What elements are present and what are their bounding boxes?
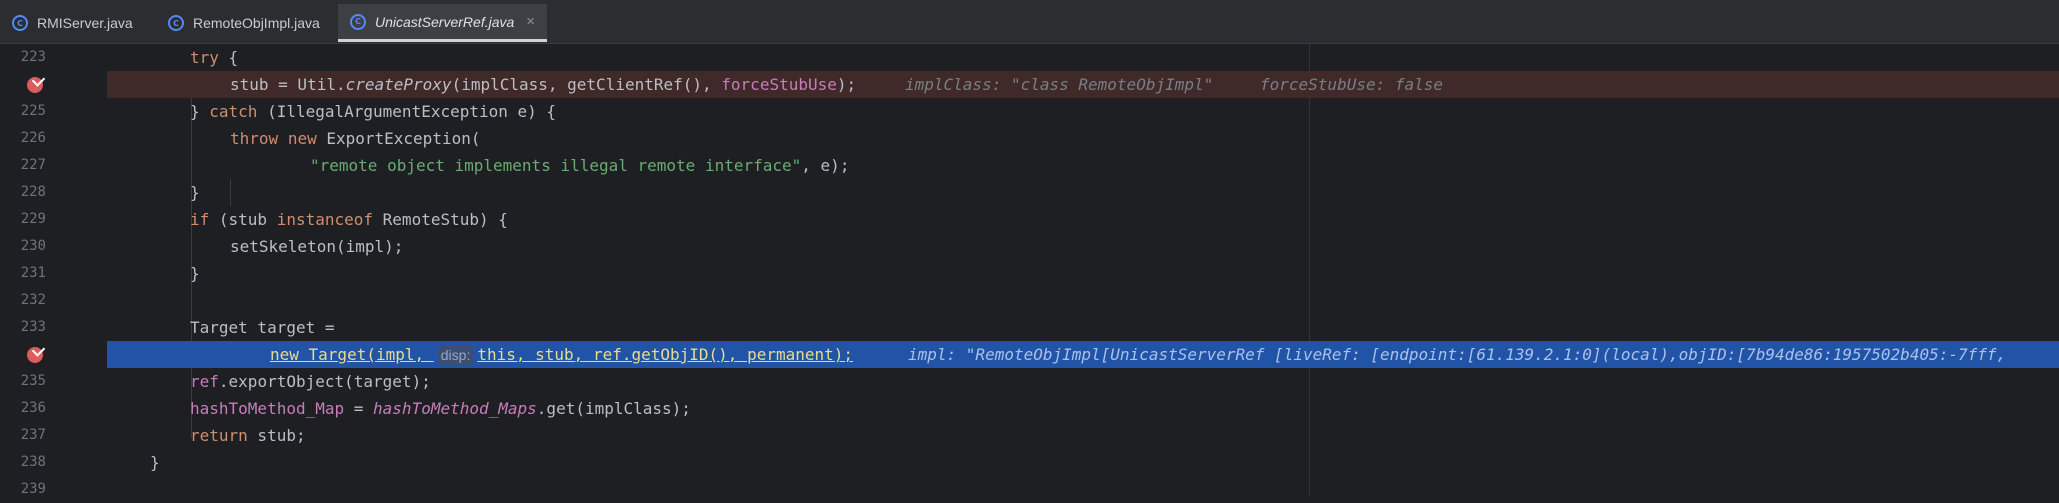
code-text: if (stub instanceof RemoteStub) {: [190, 210, 508, 229]
code-line: 226 throw new ExportException(: [0, 125, 2059, 152]
code-text: "remote object implements illegal remote…: [310, 156, 850, 175]
line-number: 236: [20, 400, 46, 416]
line-number: 230: [20, 238, 46, 254]
line-number: 238: [20, 454, 46, 470]
code-text: ref.exportObject(target);: [190, 372, 431, 391]
line-number: 235: [20, 373, 46, 389]
code-line: 228 }: [0, 179, 2059, 206]
inline-debug-value[interactable]: impl: "RemoteObjImpl[UnicastServerRef [l…: [908, 341, 2006, 368]
line-number: 239: [20, 481, 46, 497]
code-text: throw new ExportException(: [230, 129, 481, 148]
line-number: 226: [20, 130, 46, 146]
line-number: 229: [20, 211, 46, 227]
code-line: 230 setSkeleton(impl);: [0, 233, 2059, 260]
code-text: }: [190, 183, 200, 202]
code-text: }: [190, 264, 200, 283]
code-text: return stub;: [190, 426, 306, 445]
line-number: 237: [20, 427, 46, 443]
tab-label: RMIServer.java: [37, 15, 133, 31]
editor-tab-bar: C RMIServer.java C RemoteObjImpl.java C …: [0, 0, 2059, 44]
parameter-hint: disp:: [437, 345, 474, 365]
java-class-icon: C: [12, 15, 28, 31]
code-line: 237 return stub;: [0, 422, 2059, 449]
code-line: 236 hashToMethod_Map = hashToMethod_Maps…: [0, 395, 2059, 422]
tab-remoteobjimpl[interactable]: C RemoteObjImpl.java: [156, 4, 332, 42]
code-line-breakpoint: stub = Util.createProxy(implClass, getCl…: [0, 71, 2059, 98]
code-line: 233 Target target =: [0, 314, 2059, 341]
code-line: 238 }: [0, 449, 2059, 476]
line-number: 223: [20, 49, 46, 65]
code-text: } catch (IllegalArgumentException e) {: [190, 102, 557, 121]
code-line: 231 }: [0, 260, 2059, 287]
line-number: 228: [20, 184, 46, 200]
code-line: 227 "remote object implements illegal re…: [0, 152, 2059, 179]
java-class-icon: C: [350, 13, 366, 30]
line-number: 231: [20, 265, 46, 281]
tab-unicastserverref[interactable]: C UnicastServerRef.java ×: [338, 4, 548, 42]
tab-rmiserver[interactable]: C RMIServer.java: [0, 4, 145, 42]
line-number: 227: [20, 157, 46, 173]
code-line-execution: new Target(impl, disp: this, stub, ref.ge…: [0, 341, 2059, 368]
line-number: 225: [20, 103, 46, 119]
code-text: }: [150, 453, 160, 472]
code-line: 225 } catch (IllegalArgumentException e)…: [0, 98, 2059, 125]
line-number: 233: [20, 319, 46, 335]
code-line: 223 try {: [0, 44, 2059, 71]
code-line: 229 if (stub instanceof RemoteStub) {: [0, 206, 2059, 233]
tab-label: UnicastServerRef.java: [375, 13, 515, 30]
code-text: Target target =: [190, 318, 335, 337]
line-number: 232: [20, 292, 46, 308]
java-class-icon: C: [168, 15, 184, 31]
code-text: stub = Util.createProxy(implClass, getCl…: [230, 75, 857, 94]
code-line: 232: [0, 287, 2059, 314]
inline-debug-value[interactable]: forceStubUse: false: [1260, 71, 1443, 98]
inline-debug-value[interactable]: implClass: "class RemoteObjImpl": [905, 71, 1213, 98]
code-line: 235 ref.exportObject(target);: [0, 368, 2059, 395]
code-text: try {: [190, 48, 239, 67]
tab-label: RemoteObjImpl.java: [193, 15, 320, 31]
close-icon[interactable]: ×: [526, 13, 535, 30]
code-text: setSkeleton(impl);: [230, 237, 404, 256]
code-text: hashToMethod_Map = hashToMethod_Maps.get…: [190, 399, 691, 418]
code-text: new Target(impl, disp: this, stub, ref.ge…: [270, 345, 854, 365]
code-line: 239: [0, 476, 2059, 503]
code-editor[interactable]: 223 try { stub = Util.createProxy(implCl…: [0, 44, 2059, 497]
